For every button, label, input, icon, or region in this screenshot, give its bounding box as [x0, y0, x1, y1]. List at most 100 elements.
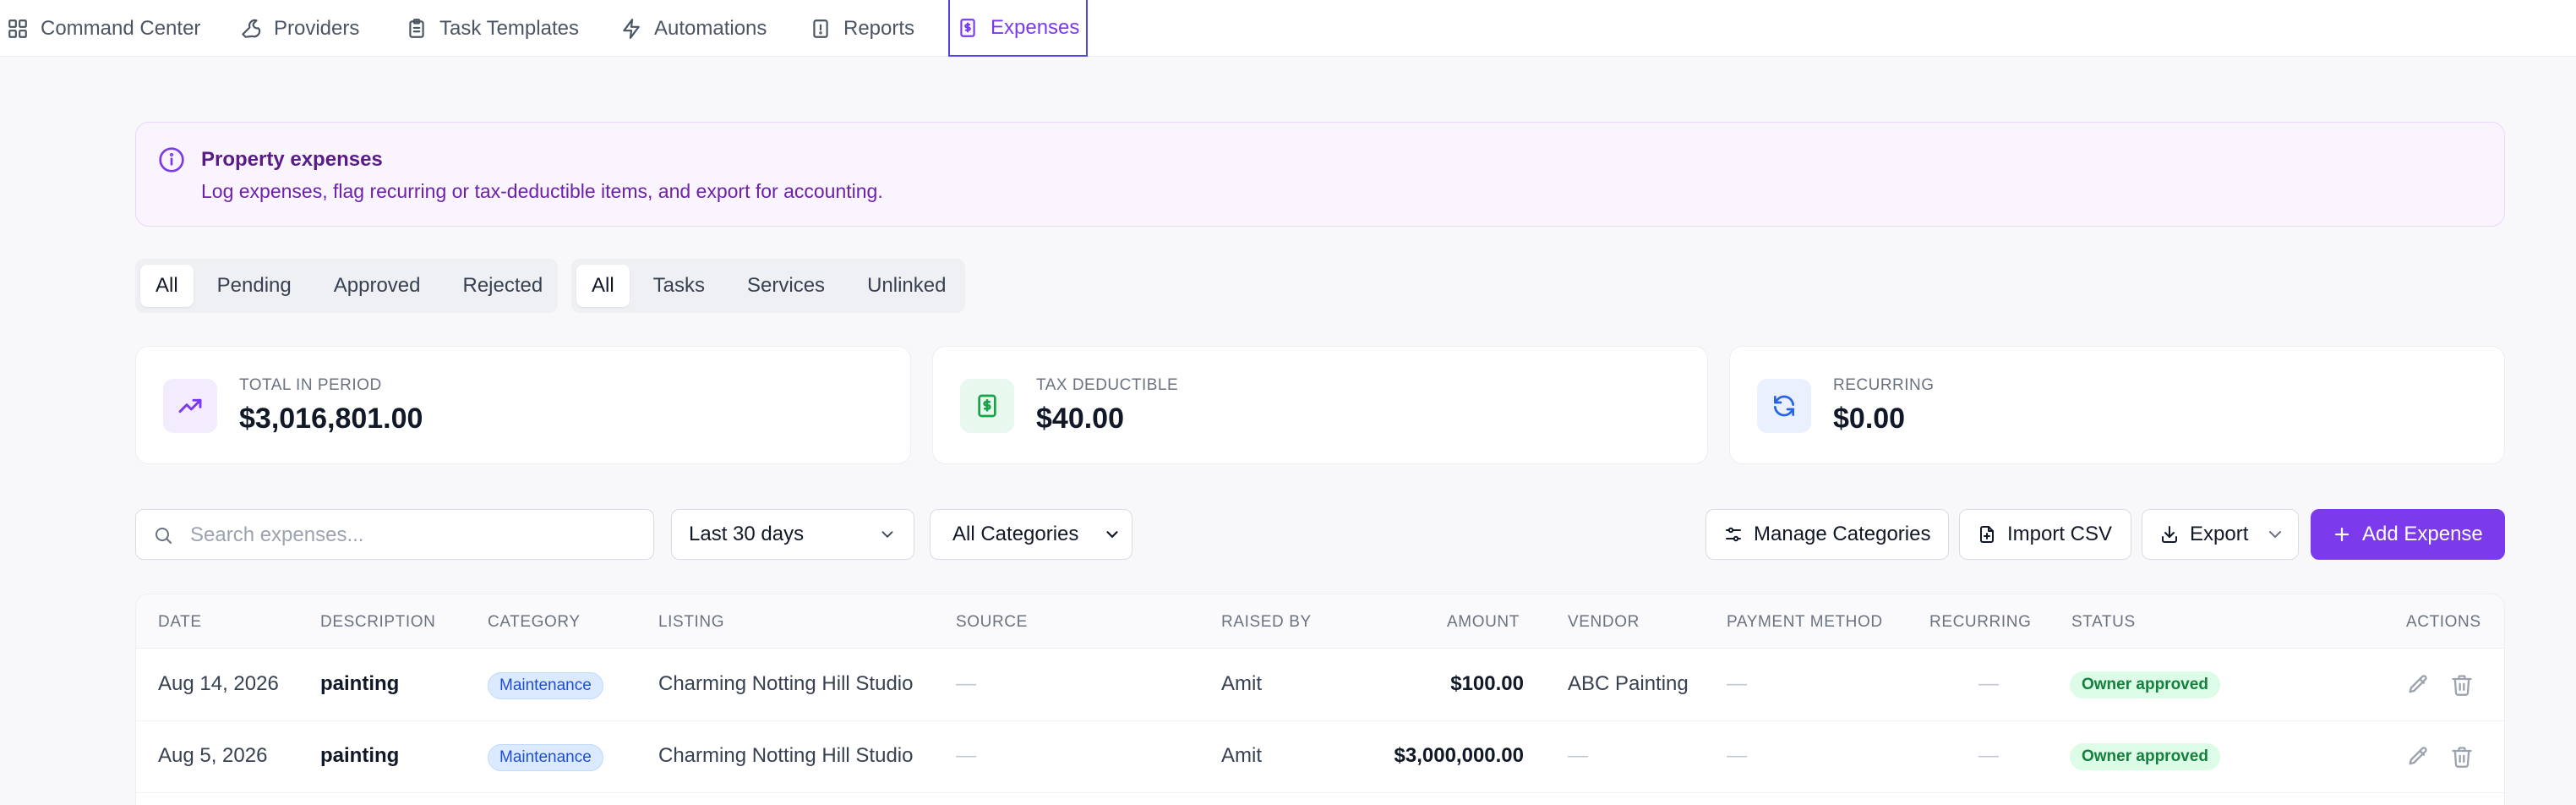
tab-label: Reports [843, 16, 915, 40]
status-filter-approved[interactable]: Approved [315, 265, 439, 307]
period-select-value: Last 30 days [689, 523, 805, 545]
cell-listing[interactable]: Charming Notting Hill Studio [658, 672, 913, 696]
stat-card-total: TOTAL IN PERIOD $3,016,801.00 [135, 346, 911, 464]
cell-recurring: — [1978, 672, 1999, 695]
column-header-vendor[interactable]: VENDOR [1568, 613, 1640, 632]
column-header-actions: ACTIONS [2406, 613, 2481, 631]
tab-command-center[interactable]: Command Center [7, 0, 200, 57]
import-csv-label: Import CSV [2007, 523, 2113, 545]
search-icon [156, 528, 172, 544]
stat-value: $40.00 [1036, 402, 1124, 435]
table-row[interactable]: Aug 14, 2026 painting Maintenance Charmi… [136, 649, 2504, 721]
category-select[interactable]: All Categories [930, 509, 1132, 560]
expenses-table: DATE DESCRIPTION CATEGORY LISTING SOURCE… [135, 594, 2505, 805]
file-import-icon [1980, 526, 1994, 543]
cell-recurring: — [1978, 744, 1999, 767]
tab-providers[interactable]: Providers [240, 0, 359, 57]
search-input[interactable] [190, 518, 638, 552]
edit-icon[interactable] [2406, 745, 2430, 769]
banner-text: Log expenses, flag recurring or tax-dedu… [201, 180, 883, 202]
category-badge: Maintenance [488, 672, 603, 699]
status-filter-pending[interactable]: Pending [199, 265, 310, 307]
column-header-date[interactable]: DATE [158, 613, 202, 632]
info-icon [159, 147, 184, 172]
column-header-description[interactable]: DESCRIPTION [320, 613, 435, 632]
link-filter-services[interactable]: Services [729, 265, 843, 307]
tab-expenses[interactable]: Expenses [948, 0, 1089, 57]
table-row[interactable]: Aug 5, 2026 painting Maintenance Charmin… [136, 721, 2504, 793]
period-select[interactable]: Last 30 days [671, 509, 914, 560]
trash-icon[interactable] [2450, 673, 2474, 697]
column-header-status[interactable]: STATUS [2071, 613, 2136, 632]
column-header-listing[interactable]: LISTING [658, 613, 724, 632]
import-csv-button[interactable]: Import CSV [1959, 509, 2131, 560]
stat-label: RECURRING [1833, 376, 1935, 394]
tab-label: Command Center [41, 16, 201, 40]
add-expense-button[interactable]: Add Expense [2311, 509, 2505, 560]
sliders-icon [1726, 527, 1741, 542]
grid-icon [8, 19, 27, 38]
info-banner: Property expenses Log expenses, flag rec… [135, 122, 2505, 227]
status-filter-all[interactable]: All [140, 265, 194, 307]
trash-icon[interactable] [2450, 745, 2474, 769]
banner-title: Property expenses [201, 148, 383, 171]
refresh-icon [1774, 395, 1794, 417]
export-label: Export [2190, 523, 2249, 545]
status-filter: All Pending Approved Rejected [135, 259, 558, 313]
cell-raised-by: Amit [1221, 744, 1262, 767]
edit-icon[interactable] [2406, 673, 2430, 697]
column-header-category[interactable]: CATEGORY [488, 613, 581, 632]
link-filter-tasks[interactable]: Tasks [635, 265, 723, 307]
chevron-down-icon [1106, 531, 1118, 539]
stat-value: $3,016,801.00 [239, 402, 423, 435]
cell-date: Aug 14, 2026 [158, 672, 279, 695]
tab-label: Automations [654, 16, 767, 40]
column-header-raised-by[interactable]: RAISED BY [1221, 613, 1312, 632]
plus-icon [2334, 527, 2350, 542]
table-header: DATE DESCRIPTION CATEGORY LISTING SOURCE… [136, 594, 2504, 649]
cell-description: painting [320, 744, 400, 767]
category-select-value: All Categories [952, 523, 1079, 545]
manage-categories-button[interactable]: Manage Categories [1706, 509, 1949, 560]
cell-listing[interactable]: Charming Notting Hill Studio [658, 744, 913, 768]
stat-label: TAX DEDUCTIBLE [1036, 376, 1179, 394]
add-expense-label: Add Expense [2362, 523, 2483, 545]
tab-label: Task Templates [439, 16, 579, 40]
search-box [135, 509, 654, 560]
status-filter-rejected[interactable]: Rejected [445, 265, 562, 307]
bolt-icon [623, 18, 640, 39]
category-badge: Maintenance [488, 744, 603, 771]
tab-automations[interactable]: Automations [620, 0, 767, 57]
tab-task-templates[interactable]: Task Templates [406, 0, 579, 57]
chevron-down-icon [2269, 531, 2282, 539]
cell-amount: $3,000,000.00 [1394, 744, 1524, 767]
report-icon [813, 19, 828, 38]
stat-icon-box [960, 379, 1014, 433]
cell-source: — [956, 744, 976, 767]
download-icon [2162, 526, 2177, 543]
cell-payment-method: — [1727, 672, 1747, 695]
tab-label: Expenses [991, 15, 1080, 39]
cell-vendor: ABC Painting [1568, 672, 1689, 695]
stat-icon-box [163, 379, 217, 433]
chevron-down-icon [881, 531, 893, 539]
stat-card-recurring: RECURRING $0.00 [1729, 346, 2505, 464]
stat-card-tax-deductible: TAX DEDUCTIBLE $40.00 [932, 346, 1708, 464]
wrench-icon [242, 19, 261, 38]
cell-date: Aug 5, 2026 [158, 744, 268, 767]
dollar-receipt-icon [978, 394, 996, 418]
column-header-amount[interactable]: AMOUNT [1447, 613, 1520, 632]
cell-source: — [956, 672, 976, 695]
link-filter-unlinked[interactable]: Unlinked [849, 265, 964, 307]
cell-payment-method: — [1727, 744, 1747, 767]
column-header-source[interactable]: SOURCE [956, 613, 1028, 632]
trending-up-icon [178, 398, 202, 413]
cell-description: painting [320, 672, 400, 695]
cell-vendor: — [1568, 744, 1588, 767]
tab-reports[interactable]: Reports [810, 0, 914, 57]
column-header-recurring[interactable]: RECURRING [1929, 613, 2031, 632]
link-filter-all[interactable]: All [576, 265, 630, 307]
column-header-payment-method[interactable]: PAYMENT METHOD [1727, 613, 1883, 632]
top-navigation: Command Center Providers Task Templates … [0, 0, 2576, 57]
export-button[interactable]: Export [2142, 509, 2299, 560]
